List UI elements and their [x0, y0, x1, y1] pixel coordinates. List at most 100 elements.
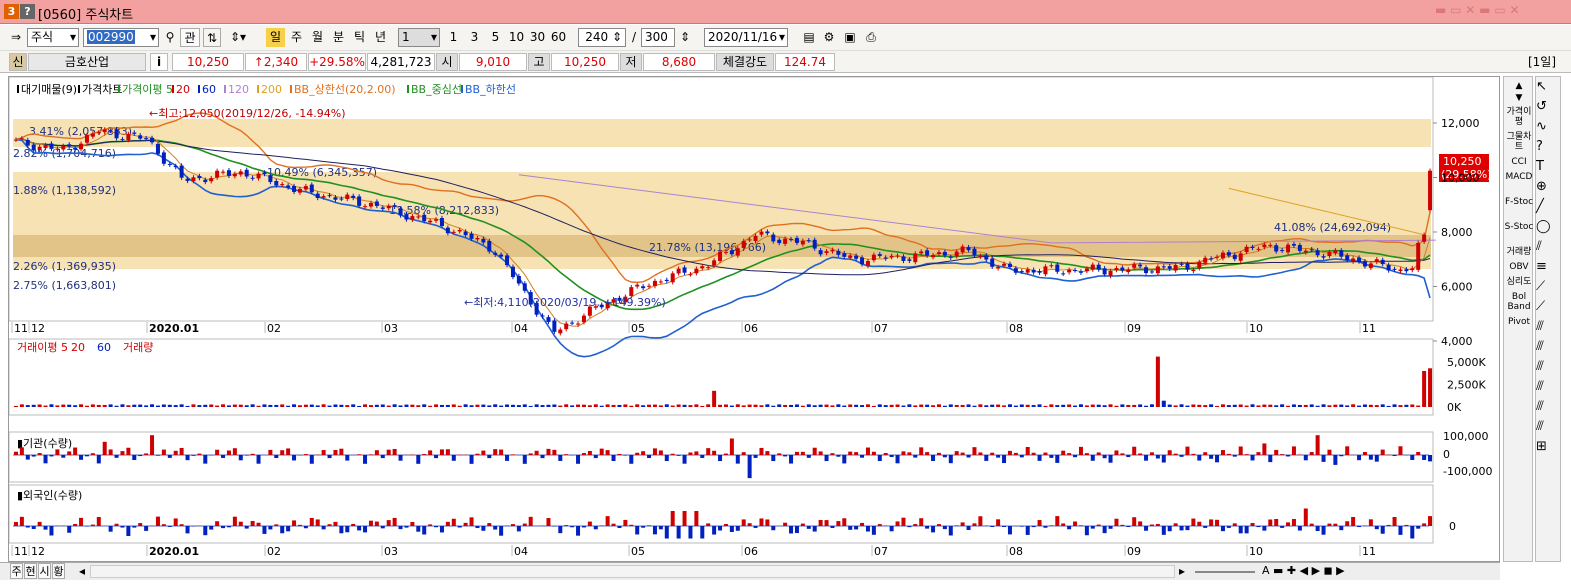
draw-tool-11-icon[interactable]: ⟋: [1536, 297, 1560, 317]
institution-bar: [161, 449, 166, 455]
spin-icon[interactable]: ⇕▾: [225, 28, 251, 47]
foreign-bar: [297, 524, 302, 526]
volume-axis-label-2: 0K: [1447, 401, 1462, 414]
institution-bar: [185, 455, 190, 461]
foreign-bar: [889, 526, 894, 532]
scroll-left-icon[interactable]: ◂: [76, 563, 88, 579]
date-input[interactable]: 2020/11/16 ▾: [704, 28, 788, 47]
count-apply-icon[interactable]: ⇕: [677, 28, 693, 47]
bottom-tab-0[interactable]: 주: [10, 563, 23, 579]
interval-button-10[interactable]: 10: [507, 28, 526, 47]
chart-canvas[interactable]: 3.41% (2,057,883)2.82% (1,704,716)1.88% …: [8, 76, 1499, 561]
candle-body: [286, 185, 291, 188]
institution-bar: [1250, 455, 1255, 461]
volume-bar: [1374, 405, 1379, 407]
foreign-bar: [1357, 526, 1362, 528]
indicator-2[interactable]: CCI: [1504, 157, 1534, 169]
candle-body: [380, 207, 385, 209]
window-controls[interactable]: ▬ ▭ ✕ ▬ ▭ ✕: [1435, 3, 1520, 17]
draw-tool-0-icon[interactable]: ↖: [1536, 77, 1560, 97]
draw-tool-14-icon[interactable]: ⫻: [1536, 357, 1560, 377]
period-tab-5[interactable]: 년: [371, 28, 390, 47]
interval-button-5[interactable]: 5: [486, 28, 505, 47]
link-group-icon[interactable]: ⇅: [203, 28, 221, 47]
period-select[interactable]: 1 ▾: [398, 28, 440, 47]
draw-tool-10-icon[interactable]: ⟋: [1536, 277, 1560, 297]
help-icon[interactable]: ?: [20, 4, 35, 19]
print-icon[interactable]: ⎙: [862, 28, 880, 47]
nav-controls-icon[interactable]: A ▬ ✚ ◀ ▶ ◼ ▶: [1262, 563, 1500, 579]
indicator-6[interactable]: 거래량: [1504, 247, 1534, 259]
bottom-tab-1[interactable]: 현: [24, 563, 37, 579]
draw-tool-5-icon[interactable]: ⊕: [1536, 177, 1560, 197]
candle-body: [493, 252, 498, 255]
link-icon[interactable]: ⇒: [8, 28, 24, 47]
volume-bar: [451, 404, 456, 407]
candle-body: [150, 137, 155, 143]
indicator-10[interactable]: Pivot: [1504, 317, 1534, 339]
indicator-8[interactable]: 심리도: [1504, 277, 1534, 289]
gear-icon[interactable]: ⚙: [820, 28, 838, 47]
code-input[interactable]: 002990 ▾: [83, 28, 159, 47]
volume-bar: [812, 405, 817, 407]
draw-tool-15-icon[interactable]: ⫻: [1536, 377, 1560, 397]
indicator-3[interactable]: MACD: [1504, 172, 1534, 194]
draw-tool-13-icon[interactable]: ⫻: [1536, 337, 1560, 357]
interval-button-30[interactable]: 30: [528, 28, 547, 47]
period-tab-3[interactable]: 분: [329, 28, 348, 47]
foreign-bar: [1232, 523, 1237, 526]
draw-tool-1-icon[interactable]: ↺: [1536, 97, 1560, 117]
draw-tool-8-icon[interactable]: ⫽: [1536, 237, 1560, 257]
foreign-bar: [25, 526, 30, 528]
horizontal-scrollbar[interactable]: [90, 565, 1175, 578]
scroll-up-icon[interactable]: ▲: [1504, 81, 1534, 93]
zoom-slider[interactable]: [1195, 571, 1255, 573]
draw-tool-4-icon[interactable]: T: [1536, 157, 1560, 177]
bottom-tab-2[interactable]: 시: [38, 563, 51, 579]
draw-tool-16-icon[interactable]: ⫻: [1536, 397, 1560, 417]
indicator-0[interactable]: 가격이평: [1504, 107, 1534, 129]
period-tab-1[interactable]: 주: [287, 28, 306, 47]
draw-tool-12-icon[interactable]: ⫻: [1536, 317, 1560, 337]
info-button[interactable]: i: [150, 53, 168, 71]
draw-tool-2-icon[interactable]: ∿: [1536, 117, 1560, 137]
volume-bar: [581, 404, 586, 407]
foreign-bar: [528, 516, 533, 526]
interval-button-3[interactable]: 3: [465, 28, 484, 47]
volume-bar: [463, 404, 468, 407]
period-tab-0[interactable]: 일: [266, 28, 285, 47]
chart-icon[interactable]: ▤: [800, 28, 818, 47]
candle-body: [700, 266, 705, 269]
market-select[interactable]: 주식 ▾: [27, 28, 79, 47]
chart-area[interactable]: 3.41% (2,057,883) 2.82% (1,704,716) 1.88% …: [8, 76, 1500, 562]
max-count-input[interactable]: 300: [641, 28, 675, 47]
x-axis-label-bottom-9: 08: [1009, 545, 1023, 558]
save-icon[interactable]: ▣: [841, 28, 859, 47]
x-axis-label-top-9: 08: [1009, 322, 1023, 335]
count-input[interactable]: 240 ⇕: [578, 28, 626, 47]
period-tab-2[interactable]: 월: [308, 28, 327, 47]
draw-tool-3-icon[interactable]: ?: [1536, 137, 1560, 157]
bottom-tab-3[interactable]: 황: [52, 563, 65, 579]
fav-button[interactable]: 관: [180, 28, 200, 47]
draw-tool-9-icon[interactable]: ≡: [1536, 257, 1560, 277]
indicator-4[interactable]: F-Stoc: [1504, 197, 1534, 219]
search-icon[interactable]: ⚲: [162, 28, 178, 47]
draw-tool-7-icon[interactable]: ◯: [1536, 217, 1560, 237]
scroll-right-icon[interactable]: ▸: [1176, 563, 1188, 579]
period-tab-4[interactable]: 틱: [350, 28, 369, 47]
volume-bar: [1303, 404, 1308, 407]
volume-bar: [179, 404, 184, 407]
draw-tool-18-icon[interactable]: ⊞: [1536, 437, 1560, 457]
draw-tool-6-icon[interactable]: ╱: [1536, 197, 1560, 217]
foreign-bar: [357, 526, 362, 531]
indicator-9[interactable]: Bol Band: [1504, 292, 1534, 314]
scroll-down-icon[interactable]: ▼: [1504, 93, 1534, 105]
interval-button-1[interactable]: 1: [444, 28, 463, 47]
interval-button-60[interactable]: 60: [549, 28, 568, 47]
indicator-5[interactable]: S-Stoc: [1504, 222, 1534, 244]
draw-tool-17-icon[interactable]: ⫻: [1536, 417, 1560, 437]
indicator-7[interactable]: OBV: [1504, 262, 1534, 274]
volume-bar: [860, 405, 865, 407]
indicator-1[interactable]: 그물차트: [1504, 132, 1534, 154]
